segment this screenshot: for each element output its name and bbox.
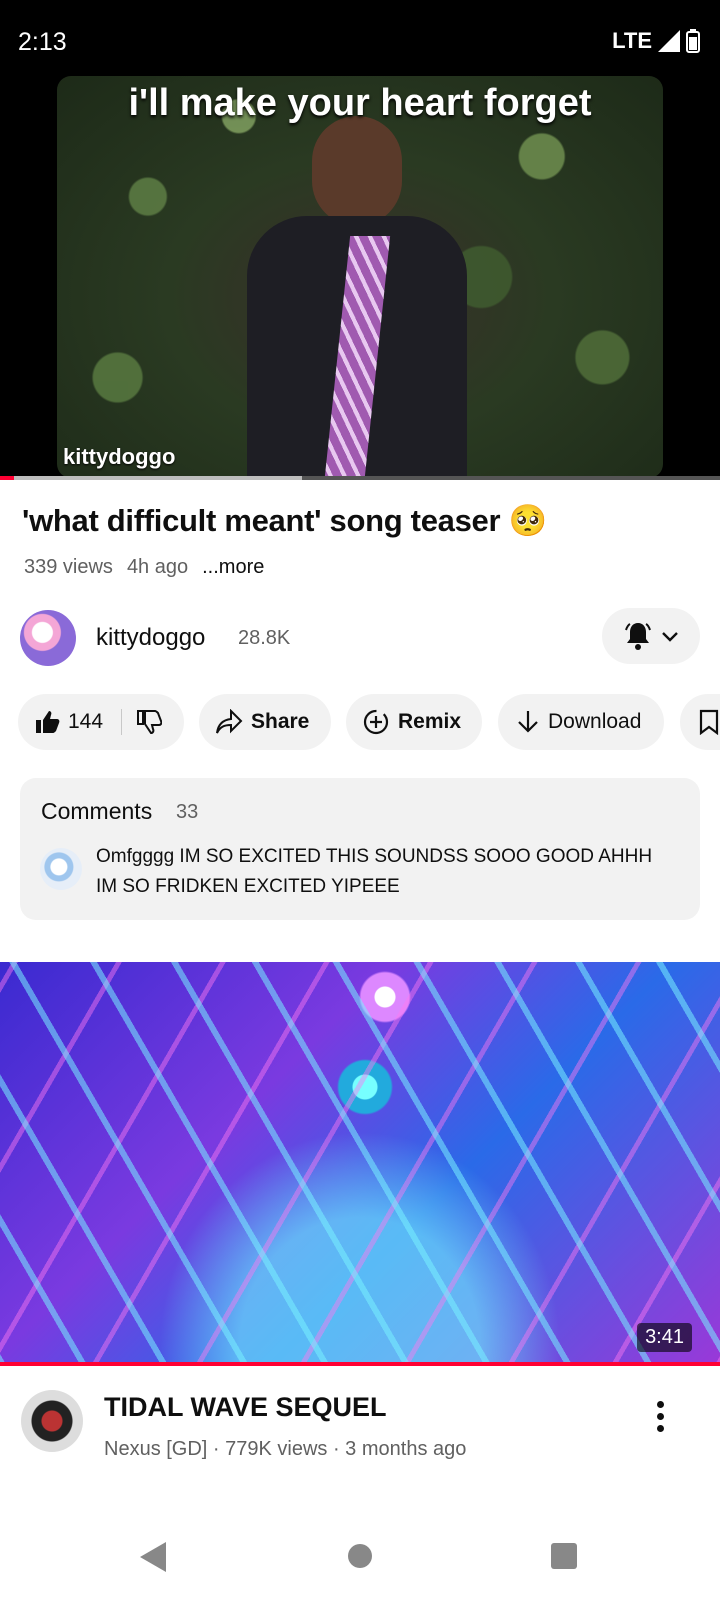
bell-icon [625,623,651,650]
share-icon [216,709,243,734]
thumbs-down-icon[interactable] [136,709,163,735]
channel-name[interactable]: kittydoggo [96,624,205,652]
next-video-thumbnail[interactable]: 3:41 [0,962,720,1366]
remix-icon [363,709,389,735]
comments-section[interactable]: Comments 33 Omfgggg IM SO EXCITED THIS S… [20,778,700,920]
channel-row[interactable]: kittydoggo 28.8K [20,608,700,670]
thumbs-up-icon[interactable] [34,709,60,735]
like-divider [121,709,123,735]
subscriber-count: 28.8K [238,627,291,649]
video-player[interactable]: i'll make your heart forget kittydoggo [0,76,720,480]
system-nav-bar [0,1512,720,1600]
network-label: LTE [612,28,652,53]
notification-button[interactable] [602,608,700,664]
thumbnail-art [0,962,720,1366]
status-indicators: LTE [612,28,700,54]
like-dislike-group: 144 [18,694,184,750]
download-icon [518,711,538,733]
comments-title: Comments [41,798,153,824]
status-bar: 2:13 LTE [0,0,720,80]
next-video-title[interactable]: TIDAL WAVE SEQUEL [104,1392,387,1423]
view-count: 339 views [24,556,113,578]
like-count[interactable]: 144 [68,710,103,734]
remix-button[interactable]: Remix [346,694,482,750]
more-link[interactable]: ...more [202,556,264,579]
back-icon[interactable] [138,1530,166,1582]
video-progress-bar[interactable] [0,476,720,480]
progress-played [0,476,15,480]
subject-head [312,116,402,226]
chevron-down-icon [662,632,678,642]
recents-icon[interactable] [551,1543,577,1569]
upload-age: 4h ago [126,556,189,578]
video-title[interactable]: 'what difficult meant' song teaser 🥺 [22,502,547,539]
comments-count: 33 [176,801,199,823]
top-comment: Omfgggg IM SO EXCITED THIS SOUNDSS SOOO … [96,846,653,897]
commenter-avatar [40,848,82,890]
bookmark-icon [699,709,719,735]
save-button[interactable] [680,694,720,750]
signal-icon [658,30,680,52]
video-subject [207,106,507,478]
next-channel-avatar[interactable] [21,1390,83,1452]
video-caption: i'll make your heart forget [128,82,592,124]
action-bar: 144 Share Remix Download [18,694,720,750]
next-video-info[interactable]: TIDAL WAVE SEQUEL Nexus [GD] · 779K view… [0,1380,720,1470]
channel-avatar[interactable] [20,610,76,666]
video-watermark: kittydoggo [63,444,176,469]
thumbnail-progress [0,1362,720,1366]
progress-buffered [0,476,303,480]
video-frame: i'll make your heart forget kittydoggo [57,76,663,478]
next-video-meta: Nexus [GD] · 779K views · 3 months ago [104,1438,467,1460]
download-button[interactable]: Download [498,694,664,750]
share-label: Share [251,710,310,733]
home-icon[interactable] [348,1544,372,1568]
more-vert-icon[interactable] [648,1398,672,1438]
battery-icon [686,29,700,53]
download-label: Download [548,710,642,733]
video-meta[interactable]: 339 views 4h ago ...more [24,556,264,579]
remix-label: Remix [398,710,462,733]
status-time: 2:13 [18,28,67,56]
share-button[interactable]: Share [199,694,331,750]
video-duration: 3:41 [637,1323,692,1352]
